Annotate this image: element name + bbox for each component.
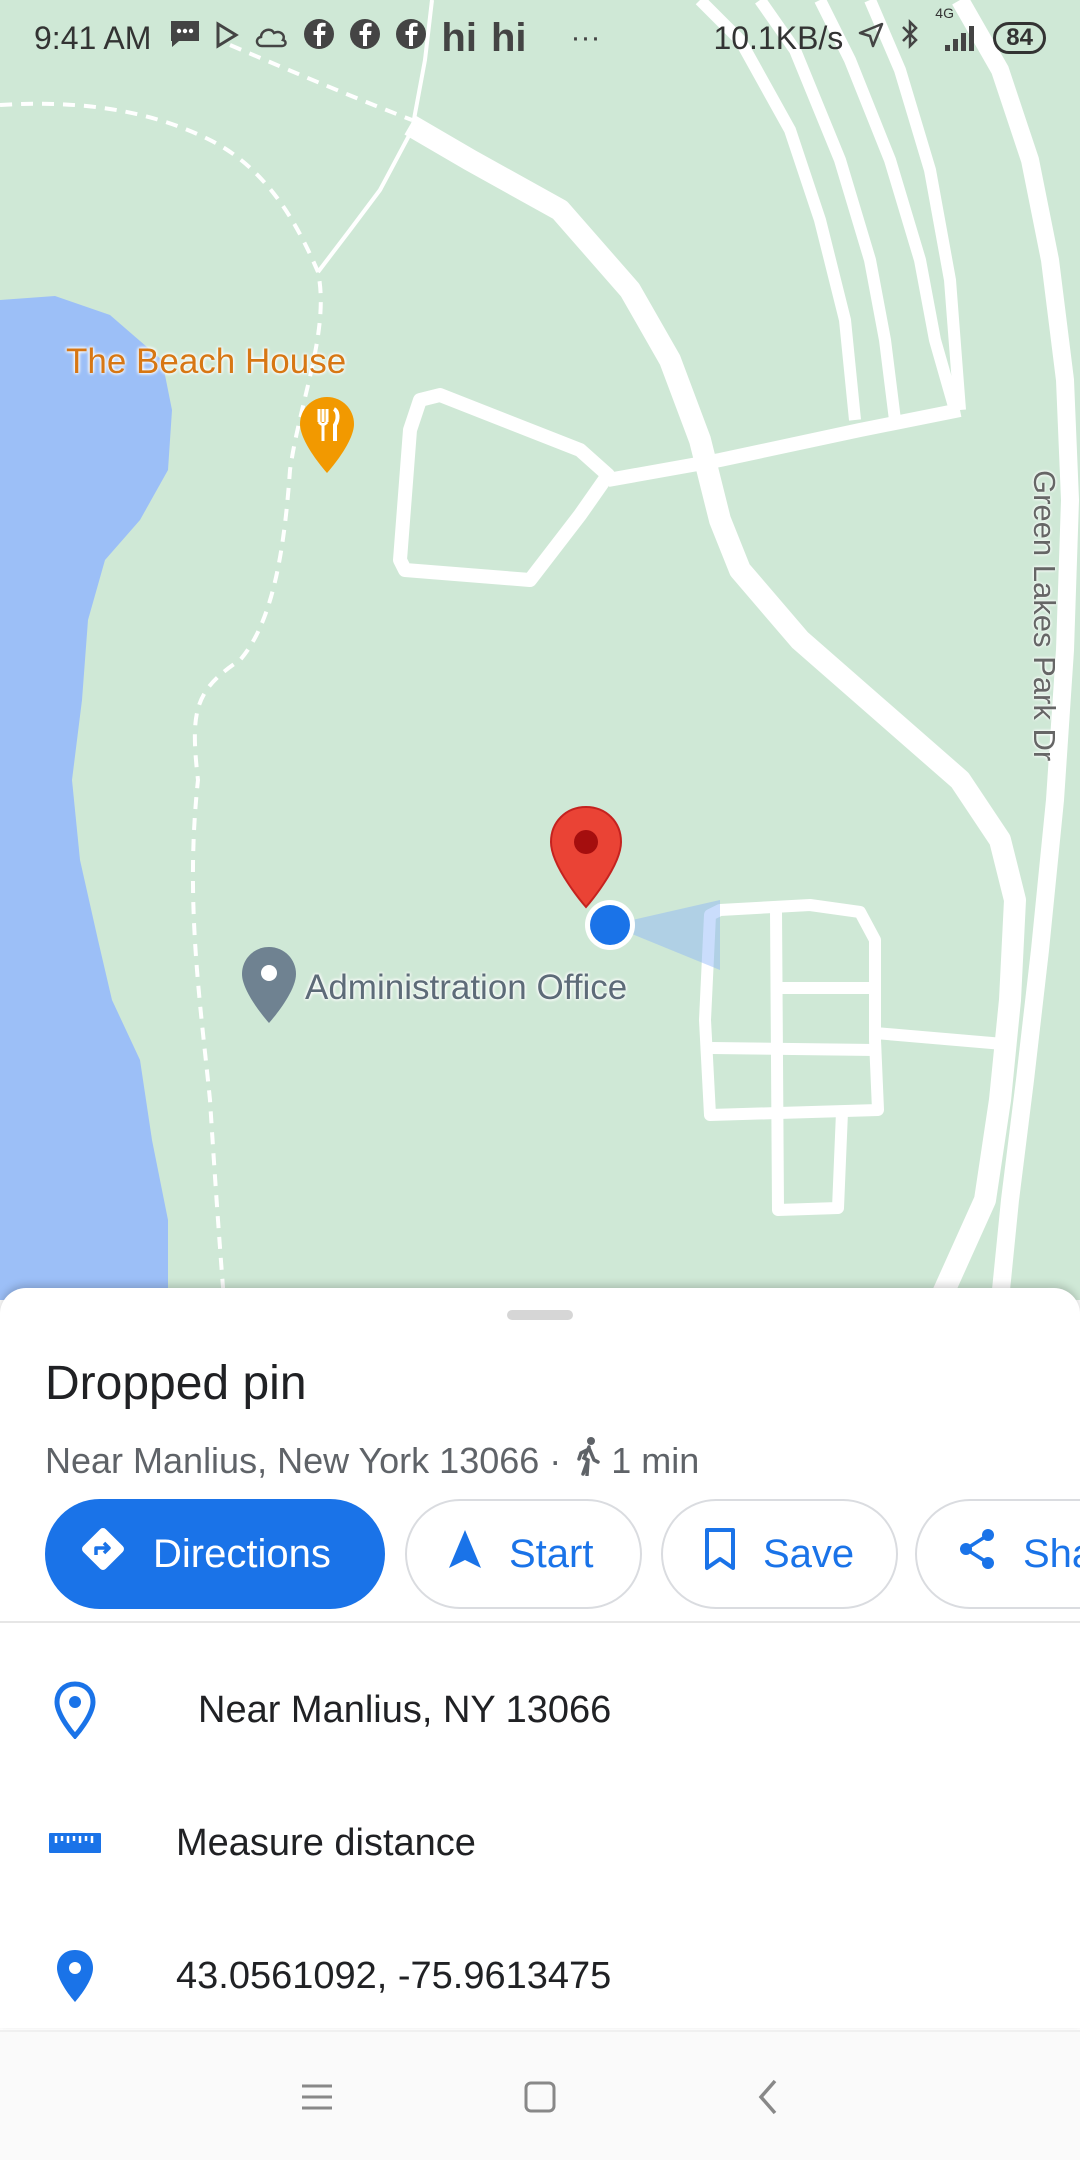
system-nav-bar	[0, 2030, 1080, 2160]
facebook-icon	[349, 18, 381, 58]
lake-water	[0, 296, 172, 1300]
road	[606, 403, 962, 487]
road	[770, 909, 848, 1216]
start-button[interactable]: Start	[405, 1499, 642, 1609]
road	[711, 1042, 876, 1056]
road-label: Green Lakes Park Dr	[1027, 470, 1062, 762]
place-title: Dropped pin	[45, 1357, 307, 1410]
place-subtitle: Near Manlius, New York 13066 · 1 min	[45, 1436, 699, 1485]
address-text: Near Manlius, NY 13066	[198, 1688, 612, 1731]
save-label: Save	[763, 1531, 855, 1576]
share-label: Sha	[1023, 1531, 1080, 1576]
walking-person-icon	[571, 1436, 611, 1485]
facebook-icon	[303, 18, 335, 58]
play-store-icon	[215, 20, 240, 57]
cloud-icon	[253, 20, 289, 57]
coordinates-row[interactable]: 43.0561092, -75.9613475	[0, 1921, 1080, 2031]
location-arrow-icon	[857, 20, 885, 57]
directions-label: Directions	[153, 1531, 331, 1576]
separator-dot: ·	[549, 1439, 562, 1481]
more-notifications-icon: ···	[570, 21, 601, 54]
map-view[interactable]: The Beach House Administration Office Gr…	[0, 0, 1080, 1300]
bookmark-icon	[703, 1527, 763, 1581]
location-outline-pin-icon	[45, 1681, 105, 1739]
directions-icon	[79, 1525, 153, 1583]
signal-icon: 4G	[935, 5, 979, 53]
walk-time: 1 min	[611, 1439, 700, 1481]
share-icon	[957, 1527, 1023, 1581]
facebook-icon	[395, 18, 427, 58]
measure-distance-row[interactable]: Measure distance	[0, 1788, 1080, 1898]
action-chips: Directions Start Save Sha	[45, 1499, 1080, 1611]
message-icon	[169, 19, 201, 57]
poi-label-admin-office[interactable]: Administration Office	[305, 968, 627, 1008]
ruler-icon	[45, 1829, 105, 1857]
status-bar: 9:41 AM hi hi ··· 10.1KB/s 4G 84	[0, 0, 1080, 76]
poi-label-beach-house[interactable]: The Beach House	[66, 342, 346, 382]
hi-app-icon: hi	[441, 15, 477, 60]
address-row[interactable]: Near Manlius, NY 13066	[0, 1655, 1080, 1765]
road	[393, 388, 615, 587]
restaurant-pin-icon[interactable]	[298, 395, 356, 480]
section-divider	[0, 1621, 1080, 1623]
measure-distance-text: Measure distance	[176, 1821, 476, 1864]
bluetooth-icon	[899, 18, 921, 58]
place-bottom-sheet[interactable]: Dropped pin Near Manlius, New York 13066…	[0, 1288, 1080, 2028]
start-label: Start	[509, 1531, 594, 1576]
sheet-drag-handle[interactable]	[507, 1310, 573, 1320]
back-chevron-icon[interactable]	[733, 2062, 803, 2132]
home-square-icon[interactable]	[505, 2062, 575, 2132]
navigation-arrow-icon	[447, 1528, 509, 1580]
status-time: 9:41 AM	[34, 19, 152, 56]
menu-icon[interactable]	[282, 2062, 352, 2132]
location-filled-pin-icon	[45, 1947, 105, 2005]
share-button[interactable]: Sha	[915, 1499, 1080, 1609]
road	[699, 899, 884, 1121]
admin-office-pin-icon[interactable]	[240, 945, 298, 1030]
place-location: Near Manlius, New York 13066	[45, 1439, 540, 1481]
directions-button[interactable]: Directions	[45, 1499, 385, 1609]
current-location-dot-icon	[583, 898, 637, 957]
network-speed: 10.1KB/s	[713, 19, 844, 56]
coordinates-text: 43.0561092, -75.9613475	[176, 1954, 612, 1997]
battery-indicator: 84	[993, 22, 1046, 54]
road	[874, 1027, 1016, 1051]
hi-app-icon: hi	[490, 15, 527, 60]
save-button[interactable]: Save	[661, 1499, 898, 1609]
map-base	[0, 0, 1080, 1300]
network-type: 4G	[935, 5, 954, 21]
